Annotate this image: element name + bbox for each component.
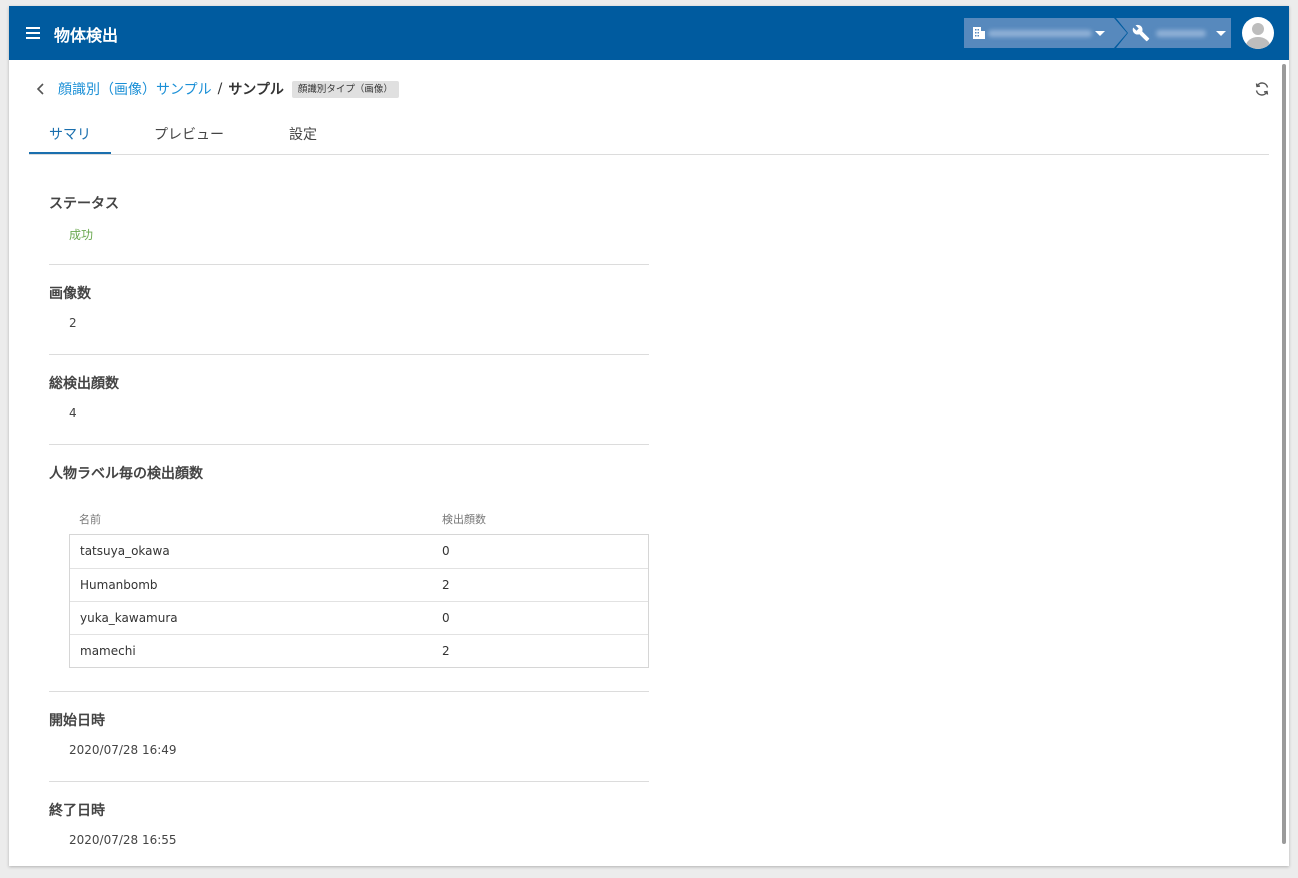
row-name: tatsuya_okawa [80, 544, 170, 558]
row-count: 2 [442, 644, 450, 658]
table-row: yuka_kawamura 0 [70, 601, 648, 634]
total-faces-section: 総検出顔数 4 [49, 373, 649, 420]
building-icon [973, 27, 985, 39]
row-count: 0 [442, 544, 450, 558]
type-badge: 顔識別タイプ（画像） [291, 80, 399, 98]
tab-settings[interactable]: 設定 [273, 116, 333, 154]
active-tab-indicator [29, 152, 111, 154]
chevron-down-icon [1095, 31, 1105, 36]
table-row: Humanbomb 2 [70, 568, 648, 601]
tab-bar: サマリ プレビュー 設定 [29, 116, 1269, 155]
status-label: ステータス [49, 196, 119, 212]
total-faces-label: 総検出顔数 [49, 376, 119, 392]
row-name: mamechi [80, 644, 136, 658]
divider [49, 691, 649, 692]
app-bar: 物体検出 [9, 6, 1289, 60]
status-section: ステータス 成功 [49, 193, 649, 243]
wrench-icon [1132, 24, 1150, 42]
menu-icon[interactable] [26, 27, 40, 39]
start-time-section: 開始日時 2020/07/28 16:49 [49, 710, 649, 757]
app-window: 物体検出 顔識別（画像）サンプル / サンプル 顔識別タイプ（画像） サマリ プ… [9, 6, 1289, 866]
end-time-label: 終了日時 [49, 803, 105, 819]
tab-preview[interactable]: プレビュー [141, 116, 237, 154]
end-time-section: 終了日時 2020/07/28 16:55 [49, 800, 649, 847]
image-count-section: 画像数 2 [49, 283, 649, 330]
row-name: Humanbomb [80, 578, 158, 592]
organization-selector[interactable] [964, 18, 1127, 48]
table-row: mamechi 2 [70, 634, 648, 667]
end-time-value: 2020/07/28 16:55 [69, 833, 177, 847]
app-title: 物体検出 [54, 26, 119, 45]
divider [49, 354, 649, 355]
breadcrumb-current: サンプル [228, 82, 284, 98]
divider [49, 444, 649, 445]
per-label-table: tatsuya_okawa 0 Humanbomb 2 yuka_kawamur… [69, 534, 649, 668]
start-time-label: 開始日時 [49, 713, 105, 729]
total-faces-value: 4 [69, 406, 77, 420]
divider [49, 781, 649, 782]
status-value: 成功 [69, 228, 94, 242]
project-selector[interactable] [1116, 18, 1231, 48]
refresh-icon[interactable] [1254, 81, 1270, 97]
row-count: 2 [442, 578, 450, 592]
start-time-value: 2020/07/28 16:49 [69, 743, 177, 757]
image-count-value: 2 [69, 316, 77, 330]
scrollbar[interactable] [1282, 64, 1286, 844]
per-label-title: 人物ラベル毎の検出顔数 [49, 466, 203, 482]
breadcrumb-parent-link[interactable]: 顔識別（画像）サンプル [58, 79, 212, 99]
column-header-name: 名前 [79, 513, 101, 526]
per-label-section: 人物ラベル毎の検出顔数 [49, 463, 649, 483]
breadcrumb: 顔識別（画像）サンプル / サンプル 顔識別タイプ（画像） [34, 79, 399, 99]
breadcrumb-separator: / [217, 81, 223, 97]
table-row: tatsuya_okawa 0 [70, 535, 648, 568]
avatar[interactable] [1242, 17, 1274, 49]
column-header-count: 検出顔数 [442, 513, 486, 526]
image-count-label: 画像数 [49, 286, 91, 302]
chevron-left-icon[interactable] [34, 82, 48, 96]
divider [49, 264, 649, 265]
organization-name-redacted [988, 30, 1092, 37]
row-count: 0 [442, 611, 450, 625]
tab-summary[interactable]: サマリ [29, 116, 111, 154]
chevron-down-icon [1216, 31, 1226, 36]
row-name: yuka_kawamura [80, 611, 178, 625]
project-name-redacted [1156, 30, 1206, 37]
